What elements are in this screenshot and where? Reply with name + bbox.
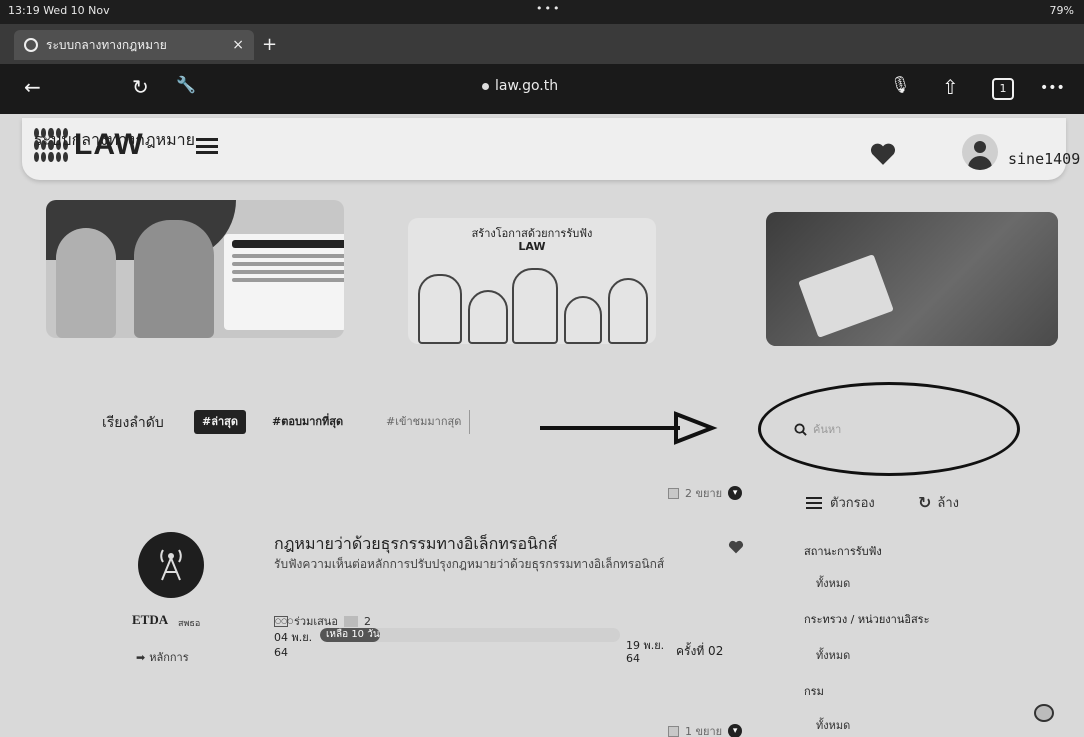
avatar[interactable] (962, 134, 998, 170)
menu-icon[interactable] (196, 138, 218, 154)
chevron-down-icon: ▾ (728, 724, 743, 737)
username[interactable]: sine1409 (1008, 150, 1080, 168)
sort-option-latest[interactable]: #ล่าสุด (194, 410, 246, 434)
remaining-label: เหลือ 10 วัน (326, 629, 380, 640)
back-icon[interactable]: ← (24, 75, 41, 99)
status-dots: ••• (536, 2, 562, 15)
tab-count-button[interactable]: 1 (992, 78, 1014, 100)
search-icon (794, 422, 807, 436)
browser-tabbar: ระบบกลางทางกฎหมาย × + (0, 24, 1084, 64)
start-date: 04 พ.ย. (274, 631, 313, 644)
wrench-icon[interactable]: 🔧 (176, 75, 196, 94)
status-battery: 79% (1049, 4, 1074, 17)
sort-option-most-replied[interactable]: #ตอบมากที่สุด (264, 410, 351, 434)
org-subname: สพธอ (178, 619, 201, 629)
url-text: law.go.th (495, 78, 559, 94)
chat-icon[interactable] (1034, 704, 1054, 722)
annotation-arrow (540, 411, 718, 445)
filter-icon (806, 496, 822, 509)
globe-icon (24, 38, 38, 52)
arrow-right-icon: ➡ (136, 650, 146, 664)
logo-subtitle: ระบบกลางทางกฎหมาย (34, 130, 196, 149)
filter-ministry-value[interactable]: ทั้งหมด (816, 646, 850, 664)
search-input[interactable] (813, 422, 933, 436)
principle-link[interactable]: ➡ หลักการ (136, 648, 189, 666)
new-tab-button[interactable]: + (262, 34, 277, 55)
participants-icon: ○○○ (274, 615, 294, 627)
share-icon[interactable]: ⇧ (942, 75, 959, 99)
start-year: 64 (274, 646, 288, 659)
filter-button[interactable]: ตัวกรอง (806, 492, 875, 513)
sort-option-most-viewed[interactable]: #เข้าชมมากสุด (378, 410, 471, 434)
clear-label: ล้าง (937, 496, 960, 511)
org-name: ETDA (132, 612, 169, 627)
filter-ministry-label: กระทรวง / หน่วยงานอิสระ (804, 613, 930, 626)
comment-count: 2 (363, 614, 371, 628)
comment-icon (343, 615, 358, 627)
site-header: LAW ระบบกลางทางกฎหมาย sine1409 (22, 118, 1080, 180)
expand-count-label: 2 ขยาย (685, 487, 723, 500)
banner-2[interactable]: สร้างโอกาสด้วยการรับฟัง LAW (408, 218, 656, 344)
round-number: ครั้งที่ 02 (676, 644, 724, 658)
chevron-down-icon: ▾ (728, 486, 743, 500)
address-bar[interactable]: law.go.th (482, 78, 558, 94)
filter-label: ตัวกรอง (830, 496, 875, 511)
favorites-heart-icon[interactable] (870, 142, 896, 166)
status-time: 13:19 Wed 10 Nov (8, 4, 110, 17)
tab-title: ระบบกลางทางกฎหมาย (46, 37, 167, 52)
filter-department-value[interactable]: ทั้งหมด (816, 716, 850, 734)
item-title[interactable]: กฎหมายว่าด้วยธุรกรรมทางอิเล็กทรอนิกส์ (274, 532, 557, 557)
end-year: 64 (626, 652, 640, 665)
browser-tab[interactable]: ระบบกลางทางกฎหมาย × (14, 30, 254, 60)
org-logo (138, 532, 204, 598)
filter-department-label: กรม (804, 685, 824, 698)
antenna-icon (160, 549, 182, 581)
refresh-icon: ↻ (918, 493, 932, 512)
browser-toolbar: ← ↻ 🔧 law.go.th 🎙 ⇧ 1 ••• (0, 64, 1084, 114)
banner-1[interactable] (46, 200, 344, 338)
more-icon[interactable]: ••• (1040, 80, 1065, 96)
search-box[interactable] (794, 418, 944, 440)
expand-counter[interactable]: 1 ขยาย ▾ (668, 722, 743, 737)
reload-icon[interactable]: ↻ (132, 75, 149, 99)
banner-3[interactable] (766, 212, 1058, 346)
filter-status-label: สถานะการรับฟัง (804, 545, 882, 558)
item-description: รับฟังความเห็นต่อหลักการปรับปรุงกฎหมายว่… (274, 557, 665, 571)
clear-filter-button[interactable]: ↻ ล้าง (918, 492, 959, 513)
tab-close-icon[interactable]: × (232, 37, 244, 53)
expand-counter[interactable]: 2 ขยาย ▾ (668, 484, 743, 502)
microphone-icon[interactable]: 🎙 (890, 75, 910, 94)
filter-status-value[interactable]: ทั้งหมด (816, 574, 850, 592)
expand-count-label: 1 ขยาย (685, 725, 723, 737)
lock-icon (482, 82, 489, 90)
favorite-heart-icon[interactable] (728, 540, 744, 554)
principle-label: หลักการ (149, 651, 189, 664)
status-bar: 13:19 Wed 10 Nov ••• 79% (0, 0, 1084, 24)
banner-2-logo: LAW (518, 240, 546, 253)
sort-label: เรียงลำดับ (102, 415, 164, 431)
remaining-progress: เหลือ 10 วัน (320, 628, 620, 642)
